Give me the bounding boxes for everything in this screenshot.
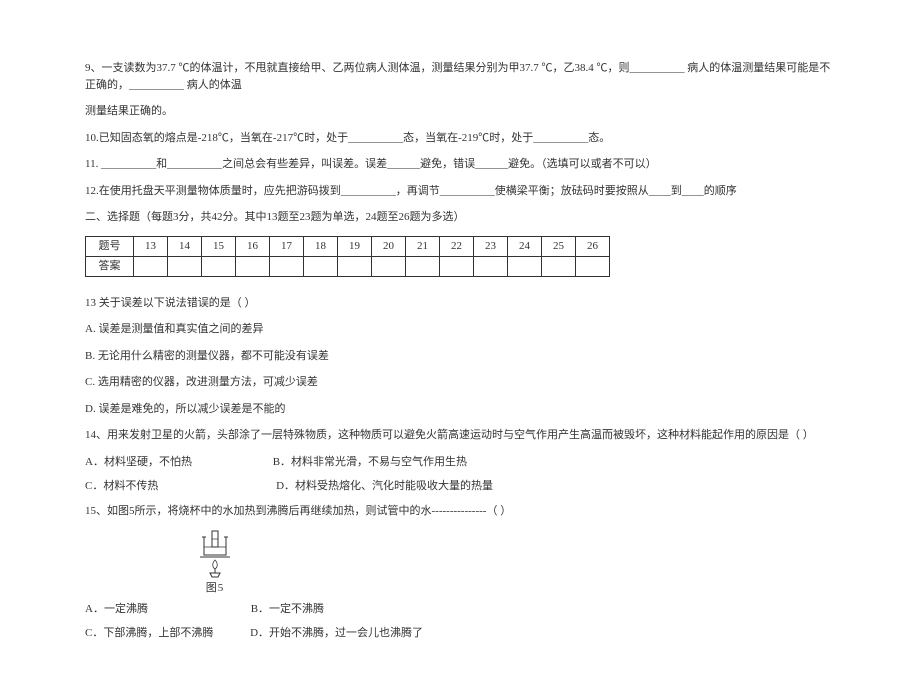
question-14-option-d: D．材料受热熔化、汽化时能吸收大量的热量 — [276, 478, 493, 495]
question-15-options-row1: A．一定沸腾 B．一定不沸腾 — [85, 601, 835, 618]
question-15-option-b: B．一定不沸腾 — [251, 601, 324, 618]
answer-cell[interactable] — [372, 256, 406, 276]
exam-page: 9、一支读数为37.7 ℃的体温计，不甩就直接给甲、乙两位病人测体温，测量结果分… — [0, 0, 920, 690]
question-15-option-a: A．一定沸腾 — [85, 601, 148, 618]
question-15-options-row2: C．下部沸腾，上部不沸腾 D．开始不沸腾，过一会儿也沸腾了 — [85, 625, 835, 642]
question-9-cont: 测量结果正确的。 — [85, 103, 835, 120]
answer-grid: 题号 13 14 15 16 17 18 19 20 21 22 23 24 2… — [85, 236, 610, 277]
section-2-title: 二、选择题（每题3分，共42分。其中13题至23题为单选，24题至26题为多选） — [85, 209, 835, 226]
question-12: 12.在使用托盘天平测量物体质量时，应先把游码拨到__________，再调节_… — [85, 183, 835, 200]
question-13-option-b: B. 无论用什么精密的测量仪器，都不可能没有误差 — [85, 348, 835, 365]
col-header: 25 — [542, 236, 576, 256]
row-label: 题号 — [86, 236, 134, 256]
answer-cell[interactable] — [576, 256, 610, 276]
question-14-option-a: A．材料坚硬，不怕热 — [85, 454, 192, 471]
col-header: 16 — [236, 236, 270, 256]
question-14-options-row2: C．材料不传热 D．材料受热熔化、汽化时能吸收大量的热量 — [85, 478, 835, 495]
col-header: 15 — [202, 236, 236, 256]
answer-cell[interactable] — [474, 256, 508, 276]
row-label: 答案 — [86, 256, 134, 276]
beaker-icon — [198, 529, 232, 579]
answer-cell[interactable] — [236, 256, 270, 276]
col-header: 21 — [406, 236, 440, 256]
col-header: 23 — [474, 236, 508, 256]
question-14-option-b: B．材料非常光滑，不易与空气作用生热 — [273, 454, 467, 471]
question-13-option-a: A. 误差是测量值和真实值之间的差异 — [85, 321, 835, 338]
col-header: 19 — [338, 236, 372, 256]
answer-cell[interactable] — [168, 256, 202, 276]
col-header: 26 — [576, 236, 610, 256]
question-11: 11. __________和__________之间总会有些差异，叫误差。误差… — [85, 156, 835, 173]
answer-cell[interactable] — [508, 256, 542, 276]
col-header: 13 — [134, 236, 168, 256]
question-14-options-row1: A．材料坚硬，不怕热 B．材料非常光滑，不易与空气作用生热 — [85, 454, 835, 471]
question-13-option-c: C. 选用精密的仪器，改进测量方法，可减少误差 — [85, 374, 835, 391]
answer-cell[interactable] — [270, 256, 304, 276]
col-header: 18 — [304, 236, 338, 256]
answer-cell[interactable] — [338, 256, 372, 276]
answer-cell[interactable] — [406, 256, 440, 276]
col-header: 14 — [168, 236, 202, 256]
question-15-stem: 15、如图5所示，将烧杯中的水加热到沸腾后再继续加热，则试管中的水-------… — [85, 503, 835, 520]
table-row: 题号 13 14 15 16 17 18 19 20 21 22 23 24 2… — [86, 236, 610, 256]
table-row: 答案 — [86, 256, 610, 276]
col-header: 22 — [440, 236, 474, 256]
answer-cell[interactable] — [304, 256, 338, 276]
question-14-option-c: C．材料不传热 — [85, 478, 158, 495]
question-13-option-d: D. 误差是难免的，所以减少误差是不能的 — [85, 401, 835, 418]
question-9: 9、一支读数为37.7 ℃的体温计，不甩就直接给甲、乙两位病人测体温，测量结果分… — [85, 60, 835, 93]
question-13-stem: 13 关于误差以下说法错误的是（ ） — [85, 295, 835, 312]
figure-5: 图5 — [195, 529, 235, 597]
col-header: 24 — [508, 236, 542, 256]
col-header: 20 — [372, 236, 406, 256]
answer-cell[interactable] — [542, 256, 576, 276]
answer-cell[interactable] — [134, 256, 168, 276]
question-15-option-c: C．下部沸腾，上部不沸腾 — [85, 625, 213, 642]
col-header: 17 — [270, 236, 304, 256]
question-14-stem: 14、用来发射卫星的火箭，头部涂了一层特殊物质，这种物质可以避免火箭高速运动时与… — [85, 427, 835, 444]
figure-5-label: 图5 — [195, 580, 235, 597]
answer-cell[interactable] — [202, 256, 236, 276]
question-15-option-d: D．开始不沸腾，过一会儿也沸腾了 — [250, 625, 423, 642]
answer-cell[interactable] — [440, 256, 474, 276]
question-10: 10.已知固态氧的熔点是-218℃，当氧在-217℃时，处于__________… — [85, 130, 835, 147]
